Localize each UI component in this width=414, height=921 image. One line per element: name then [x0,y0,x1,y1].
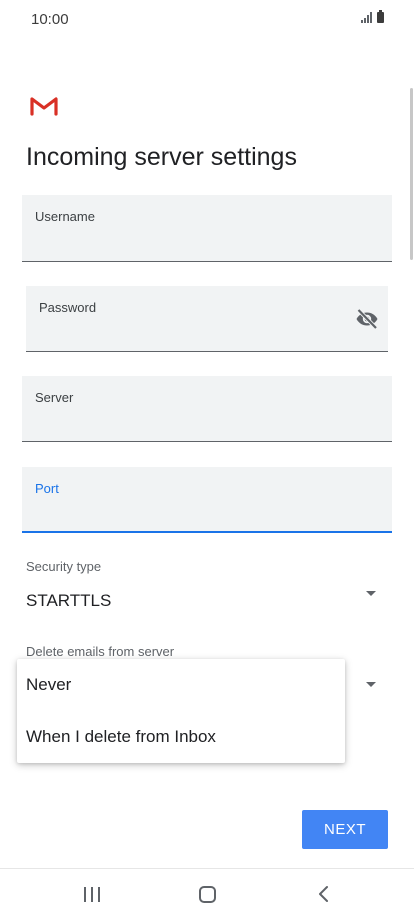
security-type-label: Security type [26,559,102,574]
username-field[interactable]: Username [22,195,392,262]
username-label: Username [35,209,95,224]
password-field[interactable]: Password [26,286,388,352]
delete-emails-label: Delete emails from server [26,644,175,659]
port-input[interactable] [35,503,379,523]
recent-apps-icon[interactable] [84,887,100,902]
menu-item-when-deleted[interactable]: When I delete from Inbox [17,711,345,763]
username-input[interactable] [35,233,379,253]
gmail-logo-icon [30,97,58,116]
security-type-value[interactable]: STARTTLS [26,591,111,611]
server-input[interactable] [35,413,379,433]
port-label: Port [35,481,59,496]
signal-icon [361,12,372,23]
page-title: Incoming server settings [26,143,297,171]
server-label: Server [35,390,74,405]
dropdown-arrow-icon[interactable] [366,682,376,687]
status-time: 10:00 [31,11,69,28]
menu-item-never[interactable]: Never [17,659,345,711]
status-bar: 10:00 [0,0,414,40]
home-icon[interactable] [199,886,216,903]
password-label: Password [39,300,97,315]
back-icon[interactable] [314,884,334,904]
status-icons [361,10,384,23]
eye-off-icon[interactable] [355,307,379,331]
delete-emails-menu: Never When I delete from Inbox [17,659,345,763]
navigation-bar [0,868,414,921]
battery-icon [377,10,384,23]
password-input[interactable] [39,323,344,343]
dropdown-arrow-icon[interactable] [366,591,376,596]
server-field[interactable]: Server [22,376,392,442]
port-field[interactable]: Port [22,467,392,533]
scrollbar[interactable] [410,88,413,260]
next-button[interactable]: NEXT [302,810,388,849]
